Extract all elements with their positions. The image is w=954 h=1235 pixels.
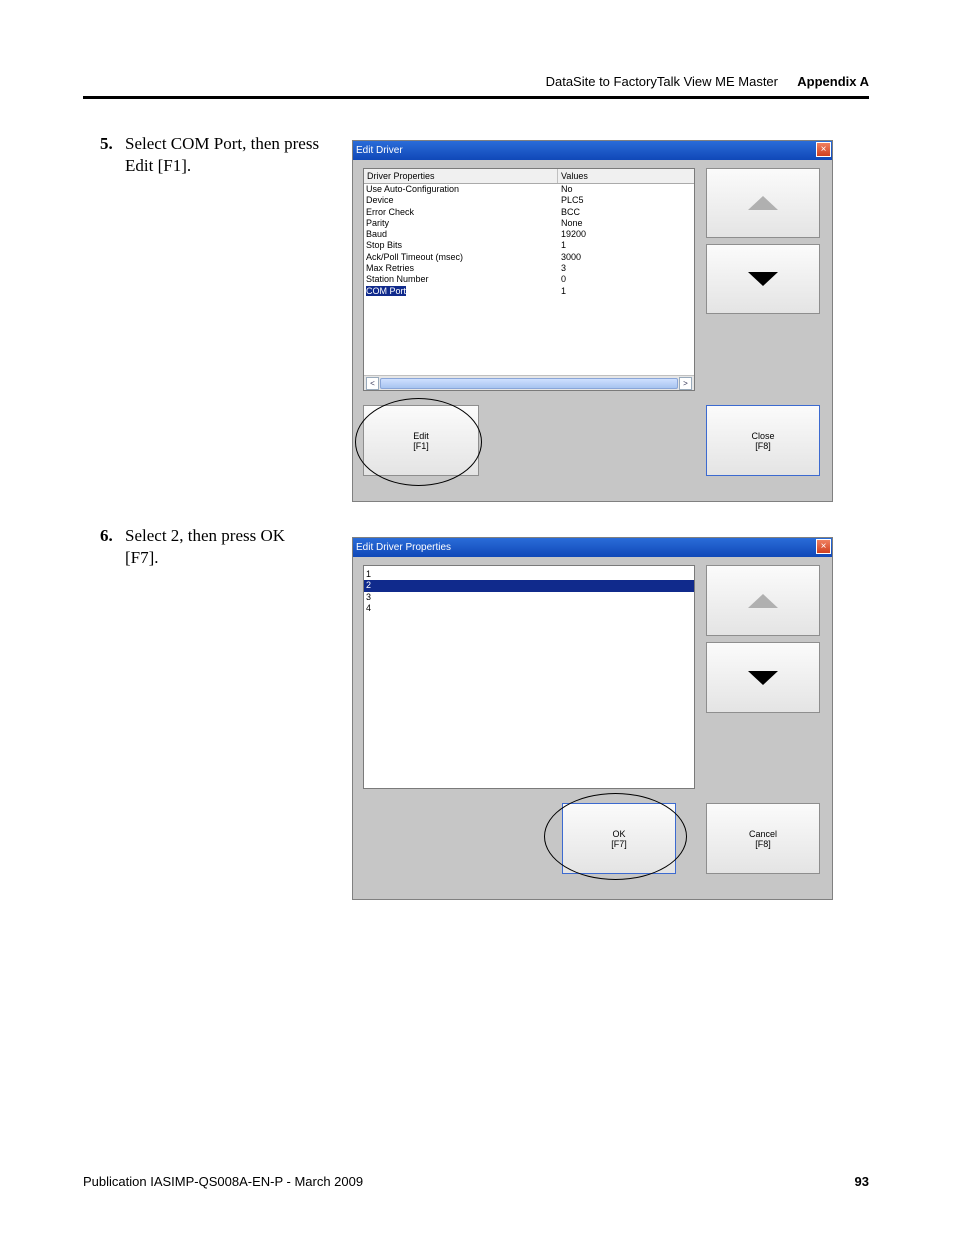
property-value: PLC5 bbox=[561, 195, 584, 206]
property-name: Max Retries bbox=[366, 263, 415, 274]
arrow-up-icon bbox=[748, 593, 778, 608]
property-name: Stop Bits bbox=[366, 240, 403, 251]
step-number: 6. bbox=[100, 526, 113, 545]
property-name: Use Auto-Configuration bbox=[366, 184, 460, 194]
header-title: DataSite to FactoryTalk View ME Master bbox=[545, 74, 778, 89]
property-name: Parity bbox=[366, 217, 390, 228]
property-value: 3 bbox=[561, 263, 567, 274]
scroll-down-button[interactable] bbox=[706, 642, 820, 713]
table-row[interactable]: Parity None bbox=[364, 218, 694, 229]
publication-info: Publication IASIMP-QS008A-EN-P - March 2… bbox=[83, 1174, 364, 1189]
step-number: 5. bbox=[100, 134, 113, 153]
list-item[interactable]: 2 bbox=[364, 580, 694, 592]
property-value: No bbox=[561, 184, 573, 194]
table-row[interactable]: Ack/Poll Timeout (msec) 3000 bbox=[364, 252, 694, 263]
header-appendix: Appendix A bbox=[797, 74, 869, 89]
horizontal-scrollbar[interactable]: < > bbox=[364, 375, 694, 390]
window-title: Edit Driver Properties bbox=[356, 542, 452, 553]
property-name: COM Port bbox=[364, 285, 558, 297]
close-label: Close bbox=[751, 430, 775, 441]
list-header: Driver Properties Values bbox=[364, 169, 694, 184]
edit-props-titlebar: Edit Driver Properties × bbox=[353, 538, 832, 557]
close-button[interactable]: Close [F8] bbox=[706, 405, 820, 476]
property-value: 0 bbox=[561, 274, 567, 285]
scroll-up-button[interactable] bbox=[706, 168, 820, 238]
cancel-button[interactable]: Cancel [F8] bbox=[706, 803, 820, 874]
list-item[interactable]: 4 bbox=[364, 603, 694, 614]
page-number: 93 bbox=[854, 1174, 869, 1189]
com-port-list[interactable]: 1234 bbox=[363, 565, 695, 789]
property-name: Device bbox=[366, 195, 394, 206]
step-5: 5. Select COM Port, then press Edit [F1]… bbox=[100, 133, 320, 177]
close-icon[interactable]: × bbox=[816, 142, 831, 157]
property-value: None bbox=[561, 217, 583, 228]
property-name: Ack/Poll Timeout (msec) bbox=[366, 251, 464, 262]
property-name: Station Number bbox=[366, 274, 429, 285]
column-header-properties[interactable]: Driver Properties bbox=[364, 169, 558, 183]
table-row[interactable]: Use Auto-Configuration No bbox=[364, 184, 694, 195]
scroll-left-icon[interactable]: < bbox=[366, 377, 379, 390]
table-row[interactable]: COM Port 1 bbox=[364, 285, 694, 297]
table-row[interactable]: Baud 19200 bbox=[364, 229, 694, 240]
scroll-up-button[interactable] bbox=[706, 565, 820, 636]
highlight-circle bbox=[544, 793, 687, 880]
property-value: 3000 bbox=[561, 251, 582, 262]
scroll-down-button[interactable] bbox=[706, 244, 820, 314]
list-item[interactable]: 3 bbox=[364, 592, 694, 603]
driver-properties-list[interactable]: Driver Properties Values Use Auto-Config… bbox=[363, 168, 695, 391]
property-rows: Use Auto-Configuration No Device PLC5 Error … bbox=[364, 184, 694, 297]
property-value: 19200 bbox=[561, 229, 587, 240]
step-text: Select 2, then press OK [F7]. bbox=[125, 526, 286, 567]
close-icon[interactable]: × bbox=[816, 539, 831, 554]
property-value: 1 bbox=[561, 240, 567, 251]
table-row[interactable]: Device PLC5 bbox=[364, 195, 694, 206]
step-6: 6. Select 2, then press OK [F7]. bbox=[100, 525, 320, 569]
arrow-down-icon bbox=[748, 272, 778, 286]
arrow-up-icon bbox=[748, 196, 778, 210]
highlight-circle bbox=[355, 398, 482, 486]
step-text: Select COM Port, then press Edit [F1]. bbox=[125, 134, 320, 175]
table-row[interactable]: Station Number 0 bbox=[364, 274, 694, 285]
selected-property-name: COM Port bbox=[366, 285, 407, 296]
column-header-values[interactable]: Values bbox=[558, 169, 694, 183]
property-value: 1 bbox=[561, 285, 567, 296]
property-name: Baud bbox=[366, 229, 388, 240]
cancel-label: Cancel bbox=[748, 828, 777, 839]
edit-driver-titlebar: Edit Driver × bbox=[353, 141, 832, 160]
close-key: [F8] bbox=[755, 440, 771, 451]
header-rule bbox=[83, 96, 869, 99]
window-title: Edit Driver bbox=[356, 145, 403, 156]
table-row[interactable]: Stop Bits 1 bbox=[364, 240, 694, 251]
table-row[interactable]: Error Check BCC bbox=[364, 207, 694, 218]
scroll-right-icon[interactable]: > bbox=[679, 377, 692, 390]
cancel-key: [F8] bbox=[755, 838, 771, 849]
table-row[interactable]: Max Retries 3 bbox=[364, 263, 694, 274]
option-rows: 1234 bbox=[364, 569, 694, 614]
property-value: BCC bbox=[561, 206, 581, 217]
scroll-thumb[interactable] bbox=[380, 378, 678, 389]
arrow-down-icon bbox=[748, 670, 778, 685]
list-item[interactable]: 1 bbox=[364, 569, 694, 580]
property-name: Error Check bbox=[366, 206, 415, 217]
